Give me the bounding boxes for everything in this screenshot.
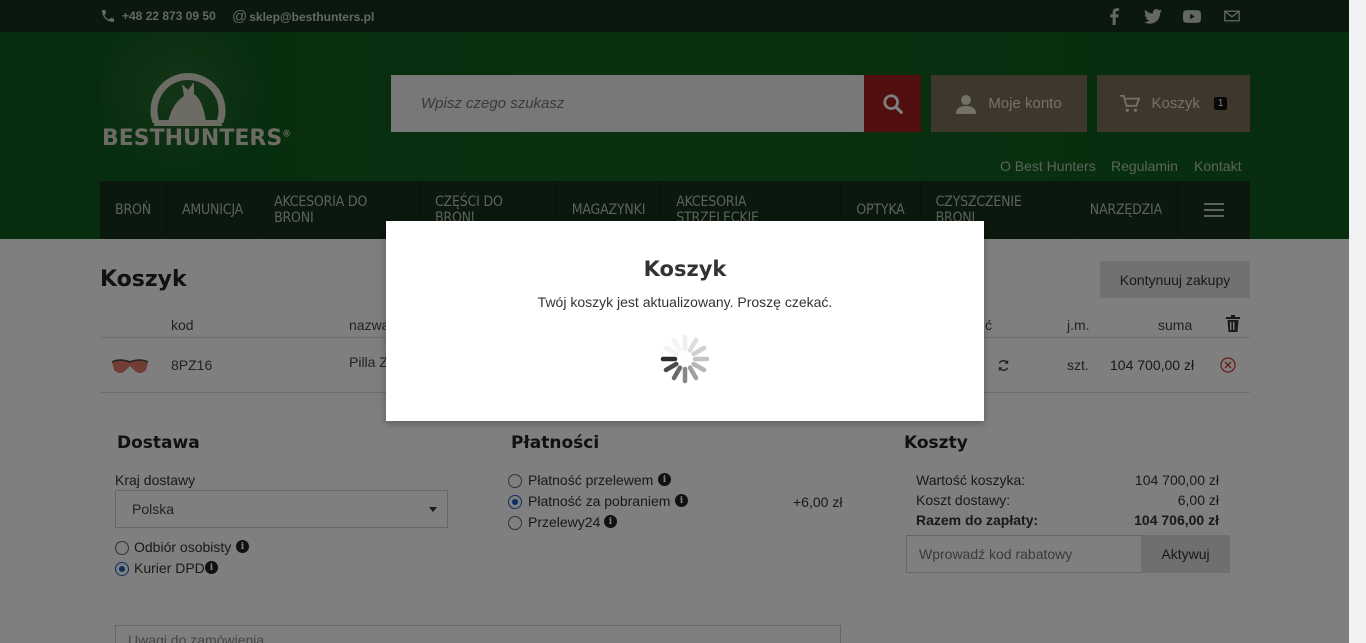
loading-spinner-icon [660, 334, 710, 384]
modal-message: Twój koszyk jest aktualizowany. Proszę c… [537, 294, 833, 310]
modal-title: Koszyk [643, 257, 727, 281]
cart-update-modal: Koszyk Twój koszyk jest aktualizowany. P… [386, 221, 984, 421]
scrollbar[interactable] [1349, 0, 1366, 643]
